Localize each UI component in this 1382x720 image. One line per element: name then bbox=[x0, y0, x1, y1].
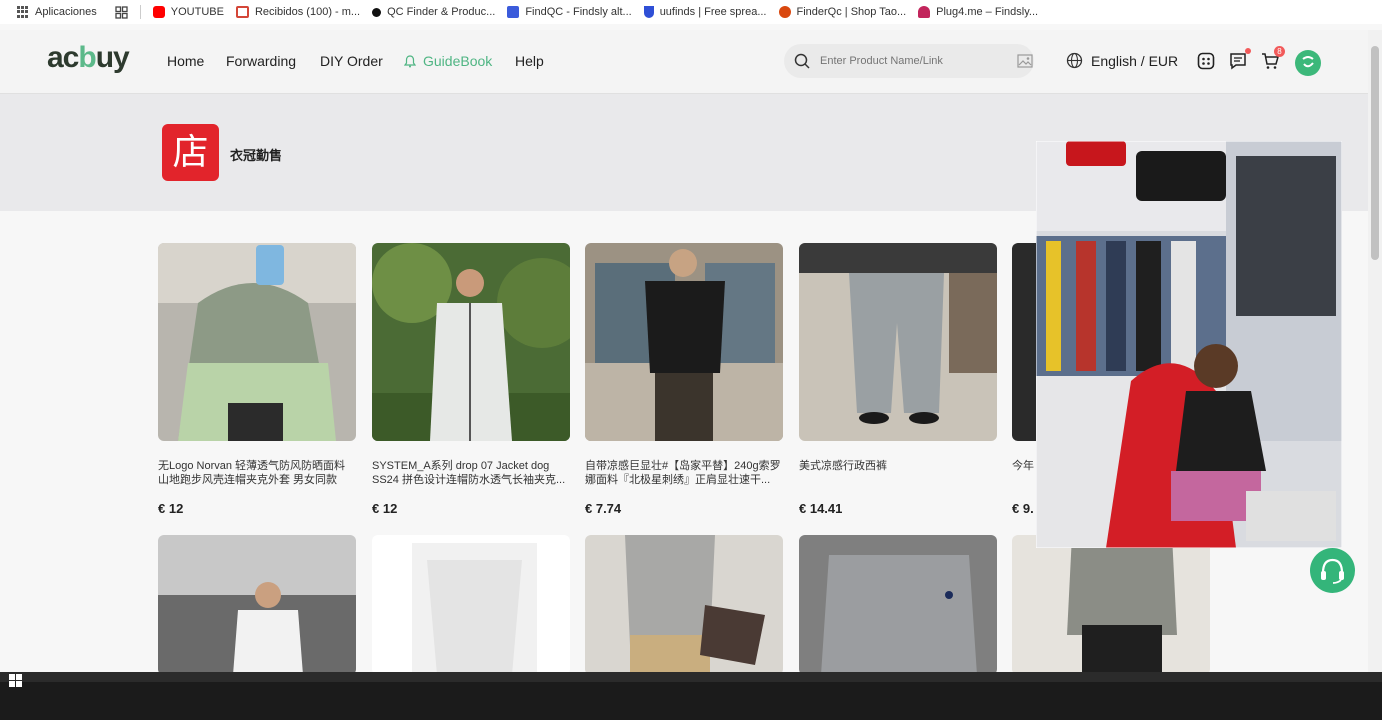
bookmarks-separator bbox=[139, 5, 141, 19]
bell-icon bbox=[404, 55, 416, 68]
language-currency-selector[interactable]: English / EUR bbox=[1066, 52, 1178, 69]
product-image[interactable] bbox=[799, 535, 997, 675]
headset-icon bbox=[1321, 558, 1344, 584]
user-avatar[interactable] bbox=[1295, 50, 1321, 76]
product-card[interactable]: SYSTEM_A系列 drop 07 Jacket dog SS24 拼色设计连… bbox=[372, 243, 570, 516]
picture-in-picture-video[interactable] bbox=[1036, 141, 1342, 548]
globe-icon bbox=[1066, 52, 1083, 69]
product-card[interactable] bbox=[1012, 535, 1210, 675]
app-icon[interactable] bbox=[1197, 52, 1215, 70]
acbuy-logo[interactable]: acbuy bbox=[47, 41, 130, 75]
taskbar-strip bbox=[0, 672, 1382, 682]
product-card[interactable]: 无Logo Norvan 轻薄透气防风防晒面料山地跑步风壳连帽夹克外套 男女同款… bbox=[158, 243, 356, 516]
product-price: € 12 bbox=[158, 501, 184, 516]
bookmark-tab-groups[interactable] bbox=[115, 5, 128, 19]
gmail-icon bbox=[235, 6, 249, 18]
bookmark-finderqc[interactable]: FinderQc | Shop Tao... bbox=[778, 6, 906, 18]
uufinds-icon bbox=[643, 6, 654, 18]
bookmark-plug4me[interactable]: Plug4.me – Findsly... bbox=[918, 6, 1038, 18]
finderqc-icon bbox=[778, 6, 791, 18]
cart-count-badge: 8 bbox=[1274, 46, 1285, 57]
youtube-icon bbox=[152, 6, 165, 18]
user-avatar-icon bbox=[1302, 56, 1314, 68]
product-card[interactable]: 美式凉感行政西裤 € 14.41 bbox=[799, 243, 997, 516]
product-image[interactable] bbox=[585, 243, 783, 441]
product-image[interactable] bbox=[799, 243, 997, 441]
product-image[interactable] bbox=[1012, 535, 1210, 675]
search-icon bbox=[794, 53, 810, 69]
product-card[interactable]: 自带凉感巨显壮#【岛家平替】240g索罗娜面料『北极星刺绣』正肩显壮速干... … bbox=[585, 243, 783, 516]
customer-support-button[interactable] bbox=[1310, 548, 1355, 593]
store-name: 衣冠勤售 bbox=[230, 148, 283, 163]
bookmark-youtube[interactable]: YOUTUBE bbox=[152, 6, 224, 18]
product-image[interactable] bbox=[372, 535, 570, 675]
product-title[interactable]: 自带凉感巨显壮#【岛家平替】240g索罗娜面料『北极星刺绣』正肩显壮速干... bbox=[585, 459, 783, 487]
os-taskbar bbox=[0, 672, 1382, 720]
product-title[interactable]: 无Logo Norvan 轻薄透气防风防晒面料山地跑步风壳连帽夹克外套 男女同款 bbox=[158, 459, 356, 487]
nav-forwarding[interactable]: Forwarding bbox=[226, 53, 296, 69]
product-title[interactable]: 美式凉感行政西裤 bbox=[799, 459, 997, 487]
store-logo[interactable]: 店 bbox=[162, 124, 219, 181]
product-image[interactable] bbox=[158, 243, 356, 441]
bookmark-uufinds[interactable]: uufinds | Free sprea... bbox=[643, 6, 767, 18]
nav-help[interactable]: Help bbox=[515, 53, 544, 69]
product-image[interactable] bbox=[158, 535, 356, 675]
product-card[interactable] bbox=[585, 535, 783, 675]
tab-groups-icon bbox=[115, 5, 128, 19]
bookmark-apps[interactable]: Aplicaciones bbox=[17, 6, 97, 18]
product-card[interactable] bbox=[158, 535, 356, 675]
search-bar bbox=[784, 44, 1034, 78]
nav-diy-order[interactable]: DIY Order bbox=[320, 53, 383, 69]
bookmarks-bar: Aplicaciones YOUTUBE Recibidos (100) - m… bbox=[0, 0, 1382, 24]
product-image[interactable] bbox=[585, 535, 783, 675]
image-search-icon[interactable] bbox=[1017, 54, 1033, 68]
message-notification-dot bbox=[1245, 48, 1251, 54]
product-price: € 12 bbox=[372, 501, 398, 516]
scrollbar-thumb[interactable] bbox=[1371, 46, 1379, 260]
product-price: € 14.41 bbox=[799, 501, 843, 516]
product-card[interactable] bbox=[372, 535, 570, 675]
nav-home[interactable]: Home bbox=[167, 53, 204, 69]
search-input[interactable] bbox=[818, 54, 1007, 68]
plug4me-icon bbox=[918, 6, 931, 18]
site-header: acbuy Home Forwarding DIY Order GuideBoo… bbox=[0, 30, 1368, 94]
qcfinder-icon bbox=[372, 7, 382, 17]
nav-guidebook[interactable]: GuideBook bbox=[423, 53, 492, 69]
bookmark-findqc[interactable]: FindQC - Findsly alt... bbox=[507, 6, 632, 18]
apps-grid-icon bbox=[17, 6, 29, 18]
product-price: € 7.74 bbox=[585, 501, 622, 516]
bookmark-gmail[interactable]: Recibidos (100) - m... bbox=[235, 6, 360, 18]
message-icon[interactable] bbox=[1229, 52, 1247, 70]
bookmark-qcfinder[interactable]: QC Finder & Produc... bbox=[372, 6, 495, 18]
product-title[interactable]: SYSTEM_A系列 drop 07 Jacket dog SS24 拼色设计连… bbox=[372, 459, 570, 487]
product-card[interactable] bbox=[799, 535, 997, 675]
findqc-icon bbox=[507, 6, 520, 18]
windows-start-icon[interactable] bbox=[9, 674, 23, 688]
product-image[interactable] bbox=[372, 243, 570, 441]
